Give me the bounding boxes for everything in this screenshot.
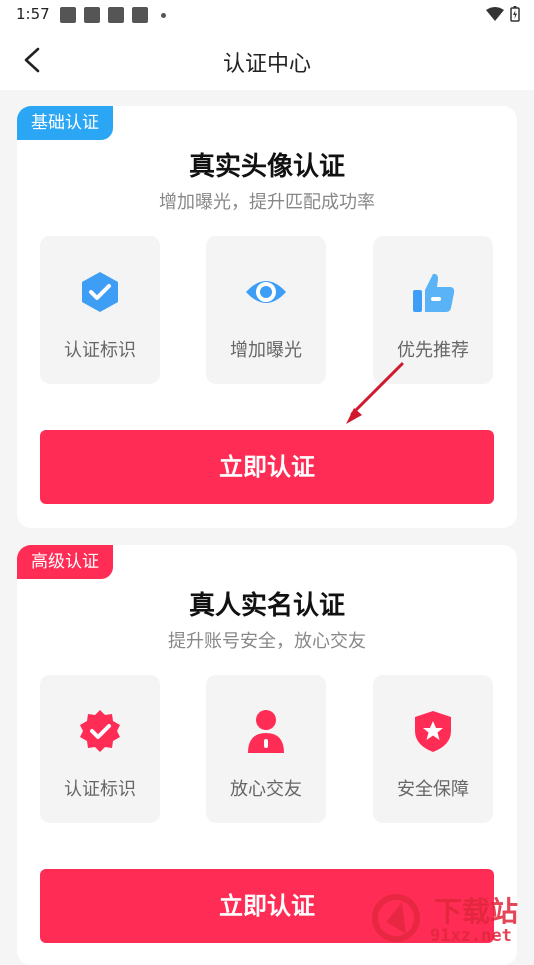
battery-icon (510, 6, 520, 22)
feature-label: 放心交友 (230, 779, 302, 800)
status-bar: 1:57 (0, 0, 534, 30)
shield-star-icon (415, 711, 451, 752)
feature-label: 安全保障 (397, 779, 469, 800)
wifi-icon (486, 7, 504, 21)
watermark-url: 91xz.net (430, 926, 512, 946)
advanced-tag: 高级认证 (17, 545, 113, 579)
watermark-brand: 下载站 (434, 895, 519, 928)
notification-icon (132, 7, 148, 23)
annotation-arrow-icon (346, 362, 404, 424)
basic-subtitle: 增加曝光，提升匹配成功率 (159, 192, 375, 213)
feature-label: 增加曝光 (230, 340, 302, 361)
feature-label: 认证标识 (64, 340, 136, 361)
eye-icon (246, 281, 286, 303)
person-icon (248, 710, 284, 753)
notification-icon (60, 7, 76, 23)
status-right (486, 6, 520, 22)
shield-check-icon (82, 272, 118, 312)
watermark: 下载站 91xz.net (372, 888, 534, 950)
basic-tag: 基础认证 (17, 106, 113, 140)
more-notifications-icon (161, 13, 166, 18)
feature-verify-badge: 认证标识 (40, 236, 160, 384)
status-time: 1:57 (16, 5, 50, 23)
page-title: 认证中心 (222, 52, 311, 77)
feature-exposure: 增加曝光 (206, 236, 326, 384)
verify-now-button[interactable]: 立即认证 (40, 430, 494, 504)
advanced-title: 真人实名认证 (188, 591, 345, 621)
advanced-subtitle: 提升账号安全，放心交友 (168, 631, 366, 652)
basic-verification-card: 基础认证 真实头像认证 增加曝光，提升匹配成功率 认证标识 增加曝光 优先推荐 … (17, 106, 517, 528)
feature-verify-badge: 认证标识 (40, 675, 160, 823)
feature-security: 安全保障 (373, 675, 493, 823)
notification-icon (108, 7, 124, 23)
feature-label: 认证标识 (64, 779, 136, 800)
basic-title: 真实头像认证 (188, 152, 345, 182)
notification-icon (84, 7, 100, 23)
nav-bar: 认证中心 (0, 30, 534, 90)
thumbs-up-icon (413, 273, 455, 312)
feature-safe-dating: 放心交友 (206, 675, 326, 823)
badge-check-icon (80, 710, 120, 752)
